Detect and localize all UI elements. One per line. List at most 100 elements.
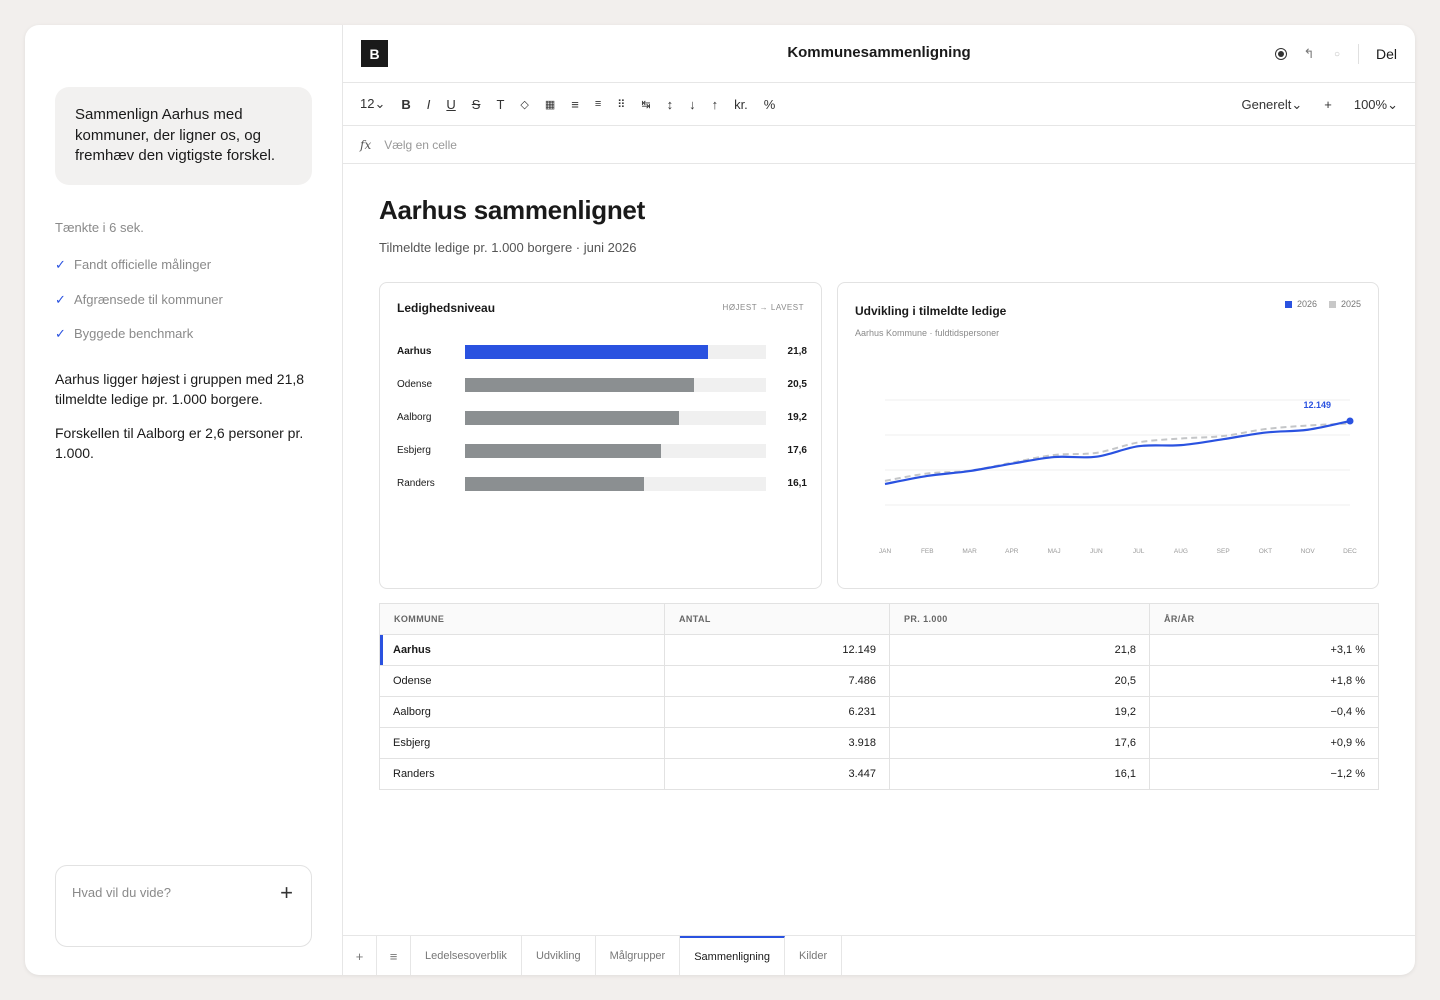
municipality-cell[interactable]: Aalborg [379,696,665,728]
step-item: ✓ Fandt officielle målinger [55,257,223,292]
x-tick-label: FEB [921,548,934,555]
step-item: ✓ Afgrænsede til kommuner [55,292,223,327]
municipality-cell[interactable]: Randers [379,758,665,790]
undo-icon[interactable]: ↰ [1302,46,1316,61]
text-color-button[interactable]: T [496,97,504,112]
borders-icon[interactable]: ▦ [545,98,555,111]
value-cell[interactable]: 21,8 [889,634,1150,666]
underline-button[interactable]: U [446,97,455,112]
sort-ascending-icon[interactable]: ↑ [712,97,719,112]
tab-malgrupper[interactable]: Målgrupper [596,936,681,975]
step-list: ✓ Fandt officielle målinger ✓ Afgrænsede t… [55,257,223,361]
answer-paragraph: Aarhus ligger højest i gruppen med 21,8 … [55,371,305,407]
value-cell[interactable]: 7.486 [664,665,890,697]
document-title: Kommunesammenligning [787,44,971,61]
municipality-cell[interactable]: Esbjerg [379,727,665,759]
line-chart-card: Udvikling i tilmeldte ledige Aarhus Komm… [837,282,1379,589]
add-icon[interactable]: + [1324,97,1332,113]
record-icon[interactable] [1274,47,1288,61]
add-sheet-button[interactable]: + [343,936,377,975]
value-cell[interactable]: −1,2 % [1149,758,1379,790]
bar-track [465,444,766,458]
value-cell[interactable]: 6.231 [664,696,890,728]
value-cell[interactable]: +1,8 % [1149,665,1379,697]
bold-button[interactable]: B [401,97,410,112]
table-header-row: KOMMUNE ANTAL PR. 1.000 ÅR/ÅR [379,603,1379,635]
bar[interactable] [465,444,662,458]
italic-button[interactable]: I [427,97,431,112]
bar-row: Randers 16,1 [397,476,807,492]
check-icon: ✓ [55,291,66,307]
bar-track [465,411,766,425]
percent-format-button[interactable]: % [764,97,776,112]
sheet-menu-icon[interactable]: ≡ [377,936,411,975]
formula-bar: fx [343,126,1415,164]
merge-cells-icon[interactable]: ⠿ [617,98,625,111]
thinking-status[interactable]: Tænkte i 6 sek. [55,220,144,235]
x-tick-label: MAJ [1048,548,1061,555]
x-tick-label: MAR [962,548,977,555]
bar-label: Aalborg [397,412,432,423]
bar-label: Randers [397,478,435,489]
column-header[interactable]: ANTAL [664,603,890,635]
table-row[interactable]: Esbjerg 3.918 17,6 +0,9 % [379,727,1379,759]
tab-ledelsesoverblik[interactable]: Ledelsesoverblik [411,936,522,975]
bar[interactable] [465,378,694,392]
value-cell[interactable]: 20,5 [889,665,1150,697]
value-cell[interactable]: 19,2 [889,696,1150,728]
value-cell[interactable]: −0,4 % [1149,696,1379,728]
status-circle-icon[interactable]: ○ [1330,47,1344,61]
align-center-icon[interactable]: ≡ [595,98,601,110]
sort-descending-icon[interactable]: ↓ [689,97,696,112]
value-cell[interactable]: 16,1 [889,758,1150,790]
align-left-icon[interactable]: ≡ [571,97,579,112]
bar-label: Esbjerg [397,445,431,456]
bar[interactable] [465,345,709,359]
value-cell[interactable]: +3,1 % [1149,634,1379,666]
bar[interactable] [465,411,680,425]
bar-value-label: 20,5 [787,379,807,390]
attach-plus-icon[interactable]: + [280,882,293,904]
table-row[interactable]: Odense 7.486 20,5 +1,8 % [379,665,1379,697]
value-cell[interactable]: 17,6 [889,727,1150,759]
line-chart: 12.149 JAN FEB MAR APR MAJ JUN JUL AUG SEP OKT NOV D… [879,399,1357,555]
column-header[interactable]: PR. 1.000 [889,603,1150,635]
zoom-select[interactable]: 100%⌄ [1354,97,1398,113]
tab-udvikling[interactable]: Udvikling [522,936,596,975]
wrap-text-icon[interactable]: ↹ [641,98,650,111]
vertical-align-icon[interactable]: ↕ [667,97,674,112]
column-header[interactable]: ÅR/ÅR [1149,603,1379,635]
tab-kilder[interactable]: Kilder [785,936,843,975]
series-line-2026[interactable] [884,419,1351,486]
fill-color-icon[interactable]: ◇ [520,98,528,111]
answer-paragraph: Forskellen til Aalborg er 2,6 personer p… [55,425,304,461]
tab-sammenligning[interactable]: Sammenligning [680,936,786,975]
table-row[interactable]: Aarhus 12.149 21,8 +3,1 % [379,634,1379,666]
column-header[interactable]: KOMMUNE [379,603,665,635]
chat-input[interactable] [72,885,262,900]
chat-panel: Sammenlign Aarhus med kommuner, der lign… [25,25,343,975]
bar-value-label: 16,1 [787,478,807,489]
bar-value-label: 17,6 [787,445,807,456]
table-row[interactable]: Aalborg 6.231 19,2 −0,4 % [379,696,1379,728]
number-format-select[interactable]: Generelt⌄ [1241,97,1302,113]
value-cell[interactable]: +0,9 % [1149,727,1379,759]
bar-label: Aarhus [397,346,432,357]
bar[interactable] [465,477,645,491]
page-title: Aarhus sammenlignet [379,195,645,225]
sort-note: HØJEST → LAVEST [722,303,804,312]
currency-format-button[interactable]: kr. [734,97,748,112]
share-button[interactable]: Del [1376,46,1397,62]
step-label: Byggede benchmark [74,326,194,341]
value-cell[interactable]: 3.918 [664,727,890,759]
value-cell[interactable]: 3.447 [664,758,890,790]
font-size-select[interactable]: 12⌄ [360,96,385,112]
end-point-marker[interactable] [1346,417,1354,425]
table-row[interactable]: Randers 3.447 16,1 −1,2 % [379,758,1379,790]
formula-input[interactable] [384,137,785,152]
municipality-cell[interactable]: Odense [379,665,665,697]
toolbar-right: Generelt⌄ + 100%⌄ [1219,97,1398,113]
value-cell[interactable]: 12.149 [664,634,890,666]
strikethrough-button[interactable]: S [472,97,481,112]
municipality-cell[interactable]: Aarhus [379,634,665,666]
